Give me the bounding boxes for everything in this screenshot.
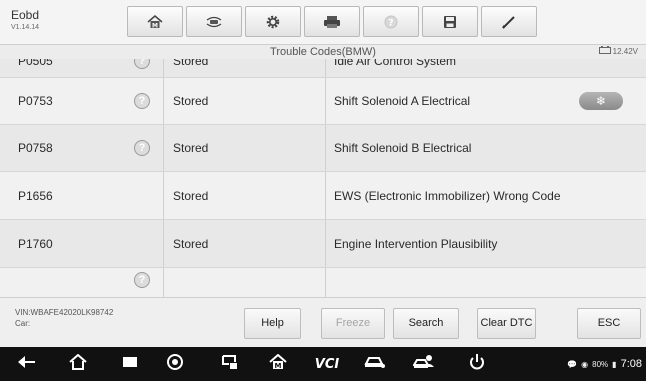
trouble-codes-table: P0505 ? Stored Idle Air Control System P… xyxy=(0,52,646,297)
voltage-value: 12.42V xyxy=(612,46,638,56)
help-toolbar-button[interactable]: ? xyxy=(363,6,419,37)
vehicle-swap-button[interactable] xyxy=(186,6,242,37)
clock: 7:08 xyxy=(620,358,642,370)
dtc-status: Stored xyxy=(173,141,209,155)
help-icon: ? xyxy=(384,15,398,29)
pen-icon xyxy=(501,14,517,30)
dtc-code: P0753 xyxy=(18,94,53,108)
column-divider xyxy=(325,78,326,124)
table-row[interactable]: P0753 ? Stored Shift Solenoid A Electric… xyxy=(0,78,646,125)
dtc-help-button[interactable]: ? xyxy=(132,78,152,124)
vci-icon: VCI xyxy=(314,356,340,372)
power-icon xyxy=(469,353,485,376)
app-name: Eobd xyxy=(11,8,40,22)
app-version: V1.14.14 xyxy=(11,24,40,31)
support-car-icon xyxy=(412,353,435,376)
dtc-code: P0758 xyxy=(18,141,53,155)
dtc-code: P1760 xyxy=(18,236,53,251)
maxisys-home-icon: M xyxy=(269,353,287,375)
car-battery-icon xyxy=(598,46,611,56)
esc-button[interactable]: ESC xyxy=(577,308,641,339)
car-remote-button[interactable] xyxy=(363,354,387,374)
android-home-icon xyxy=(69,353,87,375)
dtc-status: Stored xyxy=(173,94,209,108)
battery-voltage: 12.42V xyxy=(598,46,638,56)
dtc-status: Stored xyxy=(173,236,209,251)
column-divider xyxy=(163,78,164,124)
dtc-description: Engine Intervention Plausibility xyxy=(334,236,498,251)
maxisys-home-button[interactable]: M xyxy=(266,353,290,375)
home-button[interactable]: M xyxy=(127,6,183,37)
car-icon xyxy=(364,355,386,374)
vehicle-swap-icon xyxy=(204,15,224,29)
power-button[interactable] xyxy=(465,353,489,376)
home-icon: M xyxy=(147,14,163,29)
vin-label: VIN:WBAFE42020LK98742 xyxy=(15,308,114,317)
recent-apps-icon xyxy=(121,355,139,374)
support-button[interactable] xyxy=(412,354,436,374)
dtc-description: Shift Solenoid A Electrical xyxy=(334,94,471,108)
title-strip: Trouble Codes(BMW) 12.42V xyxy=(0,45,646,59)
vci-button[interactable]: VCI xyxy=(307,354,347,374)
save-icon xyxy=(443,15,457,29)
svg-text:?: ? xyxy=(388,18,393,28)
display-button[interactable] xyxy=(218,354,242,374)
column-divider xyxy=(163,220,164,267)
settings-button[interactable] xyxy=(245,6,301,37)
settings-gear-icon xyxy=(265,14,281,30)
freeze-frame-button[interactable]: ❄ xyxy=(579,92,623,110)
question-icon: ? xyxy=(134,140,150,156)
svg-text:M: M xyxy=(275,362,282,370)
back-nav-button[interactable] xyxy=(14,354,38,374)
table-row[interactable]: P0758 ? Stored Shift Solenoid B Electric… xyxy=(0,125,646,172)
dtc-code: P1656 xyxy=(18,188,53,203)
column-divider xyxy=(163,268,164,297)
column-divider xyxy=(163,172,164,219)
browser-icon xyxy=(166,353,184,376)
home-nav-button[interactable] xyxy=(66,353,90,375)
back-arrow-icon xyxy=(16,355,36,374)
dtc-description: EWS (Electronic Immobilizer) Wrong Code xyxy=(334,188,561,203)
freeze-button[interactable]: Freeze xyxy=(321,308,385,339)
print-button[interactable] xyxy=(304,6,360,37)
dtc-help-button[interactable]: ? xyxy=(132,125,152,171)
message-icon: 💬 xyxy=(567,359,578,369)
table-row[interactable]: P1656 Stored EWS (Electronic Immobilizer… xyxy=(0,172,646,220)
column-divider xyxy=(325,220,326,267)
wifi-icon: ◉ xyxy=(581,359,589,369)
column-divider xyxy=(163,125,164,171)
dtc-help-button[interactable]: ? xyxy=(132,272,152,288)
top-toolbar: Eobd V1.14.14 M ? xyxy=(0,0,646,45)
table-row[interactable]: P1760 Stored Engine Intervention Plausib… xyxy=(0,220,646,268)
search-button[interactable]: Search xyxy=(393,308,459,339)
save-button[interactable] xyxy=(422,6,478,37)
browser-button[interactable] xyxy=(163,353,187,376)
snowflake-icon: ❄ xyxy=(595,94,607,108)
table-row[interactable]: ? xyxy=(0,268,646,297)
battery-icon: ▮ xyxy=(612,359,617,369)
dtc-status: Stored xyxy=(173,188,209,203)
recent-apps-button[interactable] xyxy=(118,354,142,374)
battery-percent: 80% xyxy=(592,359,609,369)
printer-icon xyxy=(323,15,341,29)
svg-text:M: M xyxy=(152,22,158,29)
dtc-description: Shift Solenoid B Electrical xyxy=(334,141,472,155)
column-divider xyxy=(325,268,326,297)
column-divider xyxy=(325,172,326,219)
column-divider xyxy=(325,125,326,171)
display-icon xyxy=(221,354,239,375)
system-tray: 💬 ◉ 80% ▮ 7:08 xyxy=(567,358,642,370)
question-icon: ? xyxy=(134,272,150,288)
help-button[interactable]: Help xyxy=(244,308,301,339)
car-label: Car: xyxy=(15,319,31,328)
clear-dtc-button[interactable]: Clear DTC xyxy=(477,308,536,339)
edit-button[interactable] xyxy=(481,6,537,37)
page-title: Trouble Codes(BMW) xyxy=(270,46,376,58)
question-icon: ? xyxy=(134,93,150,109)
footer-bar: VIN:WBAFE42020LK98742 Car: Help Freeze S… xyxy=(0,297,646,347)
system-navigation-bar: M VCI 💬 ◉ 80% ▮ 7:08 xyxy=(0,347,646,381)
